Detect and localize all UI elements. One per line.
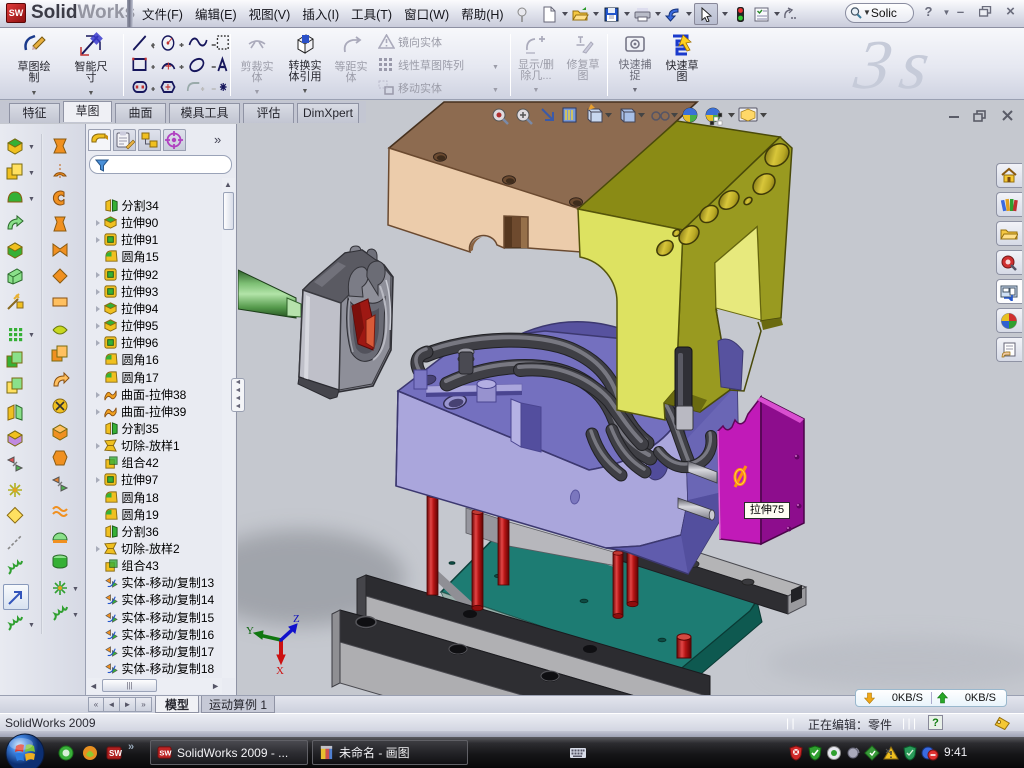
svg-text:Y: Y	[246, 625, 254, 637]
svg-text:X: X	[276, 665, 284, 677]
svg-text:SW: SW	[109, 749, 122, 758]
svg-text:SW: SW	[159, 748, 172, 757]
svg-text:Z: Z	[293, 613, 300, 625]
